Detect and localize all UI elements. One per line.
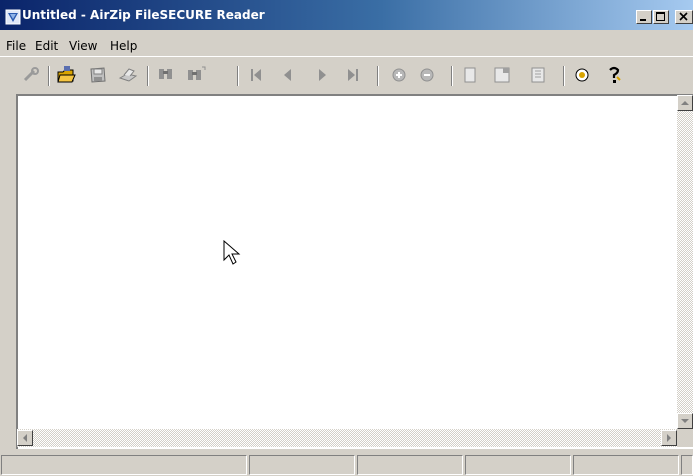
fit-width-button[interactable]	[491, 64, 513, 86]
close-icon	[679, 12, 688, 21]
fit-width-icon	[494, 67, 510, 83]
help-button[interactable]	[603, 64, 625, 86]
zoom-out-icon	[420, 68, 434, 82]
scroll-down-button[interactable]	[677, 413, 693, 429]
toolbar-separator	[48, 66, 50, 86]
actual-size-icon	[464, 67, 476, 83]
toolbar	[0, 56, 693, 94]
toolbar-separator	[451, 66, 453, 86]
actual-size-button[interactable]	[459, 64, 481, 86]
unlock-icon	[23, 67, 39, 82]
status-pane	[1, 455, 247, 475]
save-button[interactable]	[87, 64, 109, 86]
application-window: Untitled - AirZip FileSECURE Reader File…	[0, 0, 693, 476]
status-pane	[357, 455, 463, 475]
mouse-cursor-icon	[223, 239, 241, 269]
minimize-icon	[640, 19, 646, 21]
status-pane	[249, 455, 355, 475]
zoom-in-button[interactable]	[388, 64, 410, 86]
status-pane	[465, 455, 571, 475]
arrow-left-icon	[23, 434, 27, 442]
menu-edit[interactable]: Edit	[35, 39, 58, 53]
size-grip[interactable]	[681, 455, 693, 475]
scrollbar-corner	[677, 429, 693, 447]
horizontal-scrollbar[interactable]	[17, 429, 677, 447]
arrow-up-icon	[681, 101, 689, 105]
menu-bar: File Edit View Help	[0, 30, 693, 54]
toolbar-separator	[377, 66, 379, 86]
title-bar[interactable]: Untitled - AirZip FileSECURE Reader	[0, 0, 693, 30]
arrow-right-icon	[667, 434, 671, 442]
print-icon	[118, 68, 138, 82]
previous-page-icon	[284, 69, 291, 81]
scroll-up-button[interactable]	[677, 95, 693, 111]
previous-page-button[interactable]	[277, 64, 299, 86]
document-view[interactable]	[16, 94, 693, 449]
zoom-out-button[interactable]	[416, 64, 438, 86]
open-folder-icon	[57, 66, 76, 83]
toolbar-separator	[147, 66, 149, 86]
close-button[interactable]	[675, 10, 693, 24]
about-icon	[575, 68, 589, 82]
app-icon[interactable]	[5, 9, 21, 25]
menu-view[interactable]: View	[69, 39, 97, 53]
open-button[interactable]	[55, 64, 77, 86]
save-icon	[90, 67, 106, 83]
unlock-button[interactable]	[20, 64, 42, 86]
scroll-left-button[interactable]	[17, 430, 33, 446]
vertical-scrollbar[interactable]	[677, 95, 693, 429]
find-button[interactable]	[155, 64, 177, 86]
scroll-right-button[interactable]	[661, 430, 677, 446]
status-bar	[0, 449, 693, 476]
first-page-button[interactable]	[245, 64, 267, 86]
fit-page-icon	[531, 67, 545, 83]
maximize-button[interactable]	[653, 10, 669, 24]
about-button[interactable]	[571, 64, 593, 86]
print-button[interactable]	[117, 64, 139, 86]
next-page-icon	[319, 69, 326, 81]
fit-page-button[interactable]	[527, 64, 549, 86]
menu-help[interactable]: Help	[110, 39, 137, 53]
help-icon	[609, 66, 621, 83]
find-icon	[159, 69, 172, 79]
toolbar-separator	[237, 66, 239, 86]
window-title: Untitled - AirZip FileSECURE Reader	[22, 8, 265, 22]
zoom-in-icon	[392, 68, 406, 82]
toolbar-separator	[563, 66, 565, 86]
first-page-icon	[251, 69, 261, 81]
last-page-icon	[348, 69, 358, 81]
minimize-button[interactable]	[636, 10, 652, 24]
find-next-icon	[188, 66, 206, 80]
arrow-down-icon	[681, 419, 689, 423]
status-pane	[573, 455, 679, 475]
menu-file[interactable]: File	[6, 39, 26, 53]
next-page-button[interactable]	[311, 64, 333, 86]
last-page-button[interactable]	[342, 64, 364, 86]
find-next-button[interactable]	[185, 64, 207, 86]
maximize-icon	[656, 12, 665, 21]
